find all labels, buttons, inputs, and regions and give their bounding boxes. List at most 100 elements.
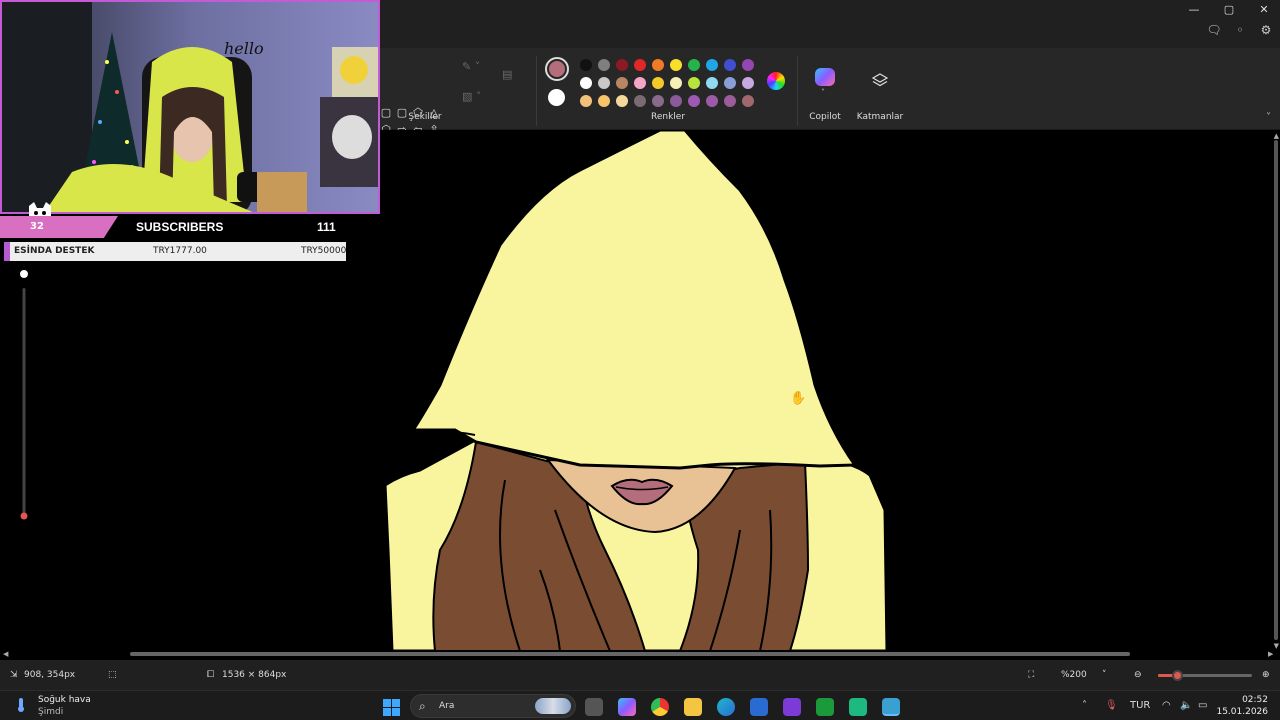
file-explorer-icon[interactable]: [684, 698, 702, 716]
colors-group-label: Renkler: [650, 112, 686, 122]
drawing-canvas[interactable]: [380, 130, 900, 651]
horizontal-scrollbar[interactable]: [130, 652, 1130, 656]
color-swatch[interactable]: [598, 95, 610, 107]
primary-color-button[interactable]: [545, 57, 569, 81]
copilot-label[interactable]: Copilot: [809, 112, 841, 122]
zoom-in-icon[interactable]: ⊕: [1262, 670, 1270, 680]
weather-subtitle[interactable]: Şimdi: [38, 707, 63, 717]
zoom-dropdown-icon[interactable]: ˅: [1102, 670, 1107, 680]
language-indicator[interactable]: TUR: [1130, 700, 1150, 711]
color-swatch[interactable]: [616, 77, 628, 89]
chevron-down-icon[interactable]: ˅: [821, 88, 825, 97]
color-swatch[interactable]: [742, 59, 754, 71]
color-swatch[interactable]: [634, 59, 646, 71]
subscriber-count-right: 111: [317, 220, 336, 234]
xbox-icon[interactable]: [816, 698, 834, 716]
color-swatch[interactable]: [634, 77, 646, 89]
fill-icon[interactable]: ▧ ˅: [462, 90, 481, 103]
layers-label[interactable]: Katmanlar: [857, 112, 904, 122]
outline-icon[interactable]: ✎ ˅: [462, 60, 480, 73]
chrome-icon[interactable]: [651, 698, 669, 716]
shape-tool-icon[interactable]: ▢: [378, 104, 394, 121]
zoom-value[interactable]: %200: [1061, 670, 1087, 680]
color-swatch[interactable]: [652, 59, 664, 71]
secondary-color-button[interactable]: [548, 89, 565, 106]
zoom-slider-knob[interactable]: [1171, 670, 1183, 681]
color-swatch[interactable]: [598, 77, 610, 89]
color-swatch[interactable]: [742, 95, 754, 107]
vertical-meter: [20, 270, 28, 520]
color-swatch[interactable]: [580, 77, 592, 89]
color-swatch[interactable]: [616, 95, 628, 107]
scroll-left-icon[interactable]: ◀: [3, 650, 8, 658]
color-swatch[interactable]: [724, 59, 736, 71]
store-icon[interactable]: [750, 698, 768, 716]
color-swatch[interactable]: [670, 59, 682, 71]
color-swatch[interactable]: [688, 95, 700, 107]
clock-date[interactable]: 15.01.2026: [1216, 707, 1268, 717]
edge-icon[interactable]: [717, 698, 735, 716]
microphone-icon[interactable]: 🎙: [1105, 700, 1118, 711]
battery-icon[interactable]: ▭: [1198, 700, 1207, 711]
pointer-icon: ⇲: [10, 670, 18, 680]
account-icon[interactable]: ◦: [1232, 22, 1248, 38]
vertical-scrollbar[interactable]: [1274, 140, 1278, 640]
wifi-icon[interactable]: ◠: [1162, 700, 1171, 711]
color-swatch[interactable]: [652, 77, 664, 89]
color-swatch[interactable]: [706, 59, 718, 71]
clock-time[interactable]: 02:52: [1242, 695, 1268, 705]
ribbon-divider: [536, 56, 537, 126]
close-button[interactable]: ✕: [1250, 2, 1278, 18]
scroll-up-icon[interactable]: ▲: [1274, 132, 1279, 140]
feedback-icon[interactable]: 🗨: [1206, 22, 1222, 38]
scroll-right-icon[interactable]: ▶: [1268, 650, 1273, 658]
color-swatch[interactable]: [742, 77, 754, 89]
donation-goal-bar: ESİNDA DESTEK TRY1777.00 TRY50000: [4, 242, 346, 261]
color-swatch[interactable]: [688, 59, 700, 71]
color-swatch[interactable]: [580, 59, 592, 71]
search-highlight-icon: [535, 698, 571, 714]
color-swatch[interactable]: [652, 95, 664, 107]
webcam-feed: hello: [2, 2, 378, 212]
zoom-out-icon[interactable]: ⊖: [1134, 670, 1142, 680]
size-icon[interactable]: ▤: [502, 68, 512, 81]
maximize-button[interactable]: ▢: [1215, 2, 1243, 18]
color-palette: [577, 56, 757, 110]
taskbar: Soğuk hava Şimdi ⌕ Ara ˄ 🎙 TUR ◠ 🔈 ▭ 02:…: [0, 690, 1280, 720]
fit-to-window-icon[interactable]: ⛶: [1028, 670, 1034, 680]
color-swatch[interactable]: [724, 95, 736, 107]
color-swatch[interactable]: [616, 59, 628, 71]
webcam-overlay: hello: [0, 0, 380, 214]
taskbar-search[interactable]: ⌕ Ara: [410, 694, 576, 718]
volume-icon[interactable]: 🔈: [1180, 700, 1192, 711]
color-swatch[interactable]: [580, 95, 592, 107]
color-swatch[interactable]: [706, 77, 718, 89]
start-button[interactable]: [383, 699, 400, 716]
zoom-slider[interactable]: [1158, 670, 1252, 681]
minimize-button[interactable]: —: [1180, 2, 1208, 18]
color-swatch[interactable]: [598, 59, 610, 71]
webcam-sign-text: hello: [224, 39, 264, 58]
gear-icon[interactable]: ⚙: [1258, 22, 1274, 38]
ribbon-collapse-icon[interactable]: ˅: [1266, 112, 1271, 123]
edit-colors-icon[interactable]: [767, 72, 785, 90]
chevron-up-icon[interactable]: ˄: [1082, 700, 1087, 711]
task-view-icon[interactable]: [585, 698, 603, 716]
color-swatch[interactable]: [670, 95, 682, 107]
weather-title[interactable]: Soğuk hava: [38, 695, 91, 705]
chat-app-icon[interactable]: [849, 698, 867, 716]
paint-app-window: — ▢ ✕ 🗨 ◦ ⚙ ▢▢⬠△⬡⇨⇦⇧▭◯◯◯✲ ✎ ˅ ▧ ˅ ▤ Şeki…: [0, 0, 1280, 720]
scroll-down-icon[interactable]: ▼: [1274, 642, 1279, 650]
color-swatch[interactable]: [706, 95, 718, 107]
color-swatch[interactable]: [634, 95, 646, 107]
thermometer-icon[interactable]: [14, 697, 28, 713]
copilot-icon[interactable]: [815, 68, 835, 86]
instagram-icon[interactable]: [783, 698, 801, 716]
paint-app-icon[interactable]: [882, 698, 900, 716]
copilot-app-icon[interactable]: [618, 698, 636, 716]
layers-icon[interactable]: [871, 72, 889, 90]
color-swatch[interactable]: [724, 77, 736, 89]
color-swatch[interactable]: [670, 77, 682, 89]
subscriber-badge: [0, 216, 118, 238]
color-swatch[interactable]: [688, 77, 700, 89]
